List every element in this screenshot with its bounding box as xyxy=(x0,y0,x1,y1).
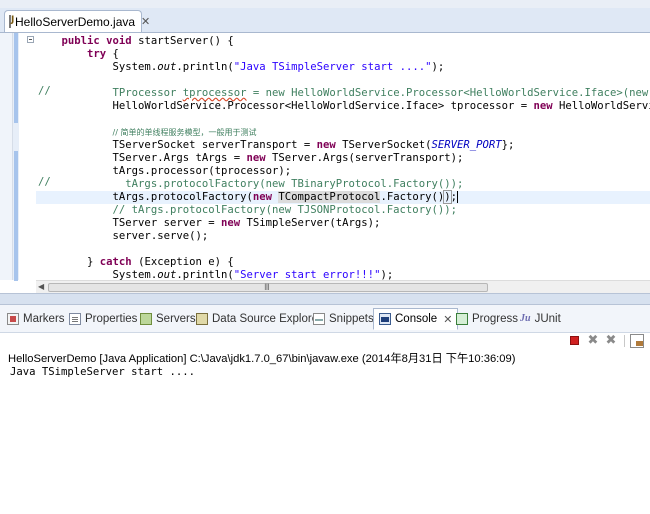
code-line[interactable]: // tArgs.protocolFactory(new TJSONProtoc… xyxy=(36,204,457,217)
snippets-icon xyxy=(313,313,325,325)
editor-tab-bar: HelloServerDemo.java ✕ xyxy=(0,8,650,33)
scrollbar-thumb[interactable]: III xyxy=(48,283,488,293)
code-line[interactable]: } catch (Exception e) { xyxy=(36,256,234,269)
editor-tab-helloserverdemo[interactable]: HelloServerDemo.java ✕ xyxy=(4,10,150,32)
code-line[interactable]: try { xyxy=(36,48,119,61)
code-line[interactable]: tArgs.protocolFactory(new TBinaryProtoco… xyxy=(36,178,463,191)
terminate-icon[interactable] xyxy=(568,334,582,348)
pane-splitter[interactable] xyxy=(0,293,650,305)
scroll-left-icon[interactable]: ◀ xyxy=(38,282,44,291)
horizontal-scrollbar[interactable]: ◀ III xyxy=(36,280,650,293)
close-icon[interactable]: ✕ xyxy=(443,313,452,326)
tab-properties-label: Properties xyxy=(85,313,138,325)
quick-diff-change-marker xyxy=(14,33,18,123)
code-line[interactable]: tArgs.protocolFactory(new TCompactProtoc… xyxy=(36,190,650,204)
console-process-label: HelloServerDemo [Java Application] C:\Ja… xyxy=(8,353,516,365)
text-caret xyxy=(457,191,459,203)
tab-junit-label: JUnit xyxy=(534,313,561,325)
java-file-icon xyxy=(9,15,14,28)
servers-icon xyxy=(140,313,152,325)
code-editor[interactable]: // // public void startServer() { try { … xyxy=(0,33,650,293)
code-line[interactable]: server.serve(); xyxy=(36,230,209,243)
console-toolbar: ✖ ✖ xyxy=(560,333,650,349)
properties-icon xyxy=(69,313,81,325)
code-line[interactable]: TProcessor tprocessor = new HelloWorldSe… xyxy=(36,87,650,100)
scrollbar-grip: III xyxy=(264,283,270,293)
markers-icon xyxy=(7,313,19,325)
code-line[interactable]: TServerSocket serverTransport = new TSer… xyxy=(36,139,515,152)
tab-markers-label: Markers xyxy=(23,313,65,325)
tab-markers[interactable]: Markers xyxy=(7,310,65,328)
tab-junit[interactable]: Ju JUnit xyxy=(520,310,561,328)
tab-console-label: Console xyxy=(395,313,438,325)
tab-servers[interactable]: Servers xyxy=(140,310,196,328)
toolbar-separator xyxy=(624,335,625,347)
junit-icon: Ju xyxy=(520,313,531,324)
tab-snippets-label: Snippets xyxy=(329,313,374,325)
fold-collapse-icon[interactable] xyxy=(27,36,34,43)
data-source-explorer-icon xyxy=(196,313,208,325)
tab-data-source-explorer-label: Data Source Explorer xyxy=(212,313,322,325)
tab-snippets[interactable]: Snippets xyxy=(313,310,374,328)
console-icon xyxy=(379,313,391,325)
code-line[interactable]: public void startServer() { xyxy=(36,35,234,48)
tab-servers-label: Servers xyxy=(156,313,196,325)
remove-all-terminated-icon[interactable]: ✖ xyxy=(604,334,618,348)
code-text-area[interactable]: public void startServer() { try { System… xyxy=(36,33,650,281)
tab-console[interactable]: Console ✕ xyxy=(373,308,459,330)
code-line[interactable]: // 简单的单线程服务模型，一般用于测试 xyxy=(36,126,257,139)
code-line[interactable]: tArgs.processor(tprocessor); xyxy=(36,165,292,178)
quick-diff-change-marker xyxy=(14,151,18,281)
code-line[interactable]: HelloWorldService.Processor<HelloWorldSe… xyxy=(36,100,650,113)
tab-properties[interactable]: Properties xyxy=(69,310,137,328)
tab-data-source-explorer[interactable]: Data Source Explorer xyxy=(196,310,322,328)
console-output[interactable]: Java TSimpleServer start .... xyxy=(10,366,195,378)
code-line[interactable]: TServer.Args tArgs = new TServer.Args(se… xyxy=(36,152,464,165)
code-line[interactable]: System.out.println("Java TSimpleServer s… xyxy=(36,61,445,74)
editor-tab-label: HelloServerDemo.java xyxy=(15,14,136,29)
progress-icon xyxy=(456,313,468,325)
remove-launch-icon[interactable]: ✖ xyxy=(586,334,600,348)
close-icon[interactable]: ✕ xyxy=(141,15,150,28)
tab-progress[interactable]: Progress xyxy=(456,310,518,328)
clear-console-icon[interactable] xyxy=(630,334,644,348)
view-tab-bar: Markers Properties Servers Data Source E… xyxy=(0,305,650,333)
code-line[interactable]: TServer server = new TSimpleServer(tArgs… xyxy=(36,217,381,230)
vertical-ruler xyxy=(0,33,13,280)
tab-progress-label: Progress xyxy=(472,313,519,325)
